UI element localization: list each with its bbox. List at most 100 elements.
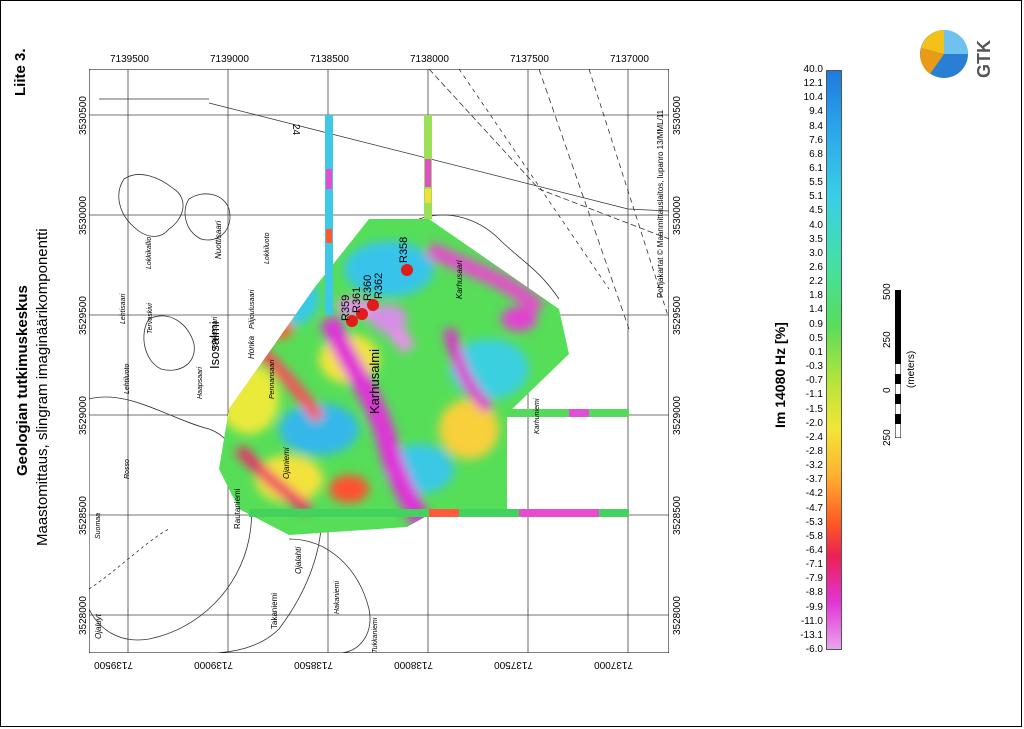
place-name: Rosso [124,459,131,479]
place-name: Pennansaari [269,359,276,399]
top-axis-label: 7139500 [110,54,149,65]
legend-tick-label: -2.8 [805,445,823,457]
legend-tick-label: -5.8 [805,530,823,542]
place-name: Pilijoulusaari [249,289,256,329]
bottom-axis-label: 7138500 [294,659,333,670]
sample-label-r362: R362 [373,273,385,299]
top-axis-label: 7137000 [610,54,649,65]
legend-tick-label: 10.4 [803,92,823,104]
place-name: Karhuniemi [534,398,541,434]
left-axis-label: 3530500 [78,96,89,135]
bottom-axis-label: 7139000 [194,659,233,670]
place-name: Lokkiluoto [264,232,271,264]
right-axis-label: 3529000 [672,396,683,435]
legend-tick-label: -1.1 [805,389,823,401]
sample-label-r358: R358 [398,237,410,263]
scale-label-250: 250 [882,331,893,348]
legend-colorbar [826,70,842,650]
left-axis-label: 3529000 [78,396,89,435]
appendix-label: Liite 3. [12,48,29,96]
legend-tick-label: 2.2 [809,276,823,288]
legend-tick-label: -7.9 [805,573,823,585]
gtk-logo: GTK [920,30,994,78]
legend-tick-label: 9.4 [809,106,823,118]
place-name: Suomaa [95,513,102,539]
legend-tick-label: -13.1 [800,629,823,641]
legend-tick-label: 3.5 [809,233,823,245]
legend-tick-label: -2.0 [805,417,823,429]
place-name: Ojaniemi [282,447,291,479]
gtk-logo-text: GTK [974,40,994,78]
place-name: Karhusalmi [367,349,382,414]
scale-bar [895,290,901,438]
left-axis-label: 3528500 [78,496,89,535]
survey-subtitle: Maastomittaus, slingram imaginäärikompon… [34,228,51,546]
legend-tick-label: 7.6 [809,134,823,146]
legend-tick-label: 8.4 [809,120,823,132]
place-name: Tervaskivi [147,303,154,334]
legend-tick-label: -9.9 [805,601,823,613]
place-name: Honka [247,335,256,359]
place-name: Ojaluyt [94,613,103,639]
scale-label-0: 0 [882,387,893,393]
legend-tick-label: 0.1 [809,346,823,358]
place-name: Tukkaniemi [372,617,379,653]
legend-tick-label: 1.8 [809,290,823,302]
survey-map: R359 R361 R360 R362 R358 Isosalmi Karhus… [89,69,669,653]
legend-tick-label: 6.8 [809,148,823,160]
map-copyright: Pohjakartat © Maanmittauslaitos, lupanro… [656,109,665,298]
place-name: Haapsaari [197,367,204,399]
right-axis-label: 3530000 [672,196,683,235]
place-name: Lokkikallio [146,237,153,269]
legend-tick-label: 1.4 [809,304,823,316]
place-name: Ojalahti [294,547,303,574]
scale-unit: (meters) [906,350,917,388]
top-axis-label: 7139000 [210,54,249,65]
legend-tick-label: -8.8 [805,587,823,599]
organization-title: Geologian tutkimuskeskus [14,285,31,476]
top-axis-label: 7138500 [310,54,349,65]
legend-tick-label: -5.3 [805,516,823,528]
bottom-axis-label: 7137500 [494,659,533,670]
legend-tick-label: -0.7 [805,375,823,387]
bottom-axis-label: 7139500 [94,659,133,670]
legend-tick-label: -3.2 [805,460,823,472]
place-name: Lehtiluoto [124,364,131,394]
top-axis-label: 7137500 [510,54,549,65]
legend-tick-label: 3.0 [809,247,823,259]
right-axis-label: 3529500 [672,296,683,335]
legend-tick-label: -6.4 [805,544,823,556]
left-axis-label: 3528000 [78,596,89,635]
legend-tick-label: 4.0 [809,219,823,231]
place-name: Takaniemi [270,593,279,629]
legend-tick-label: -4.7 [805,502,823,514]
legend-tick-label: 5.1 [809,191,823,203]
legend-tick-label: -7.1 [805,559,823,571]
legend-tick-label: 6.1 [809,163,823,175]
legend-tick-label: -11.0 [800,615,823,627]
place-name: Nuottisaari [214,221,223,259]
legend-tick-label: 40.0 [803,64,823,75]
right-axis-label: 3528500 [672,496,683,535]
legend-tick-label: 0.9 [809,318,823,330]
legend-tick-label: -4.2 [805,488,823,500]
legend-tick-label: -6.0 [805,644,823,655]
legend-tick-label: -1.5 [805,403,823,415]
place-name: Pikkusaari [212,316,219,349]
right-axis-label: 3530500 [672,96,683,135]
legend-tick-label: 12.1 [803,78,823,90]
legend-tick-label: 2.6 [809,262,823,274]
sample-point-r358 [401,264,413,276]
bottom-axis-label: 7138000 [394,659,433,670]
place-name: Lehtisaari [120,293,127,324]
legend-tick-labels: 40.0 12.1 10.4 9.4 8.4 7.6 6.8 6.1 5.5 5.1 4.5 4.0 3… [785,65,823,655]
legend-tick-label: 5.5 [809,177,823,189]
right-axis-label: 3528000 [672,596,683,635]
scale-label-500: 500 [882,283,893,300]
top-axis-label: 7138000 [410,54,449,65]
left-axis-label: 3529500 [78,296,89,335]
place-name: Karhusaari [455,260,464,299]
place-name: Rautaniemi [233,488,242,529]
legend-tick-label: 4.5 [809,205,823,217]
left-axis-label: 3530000 [78,196,89,235]
